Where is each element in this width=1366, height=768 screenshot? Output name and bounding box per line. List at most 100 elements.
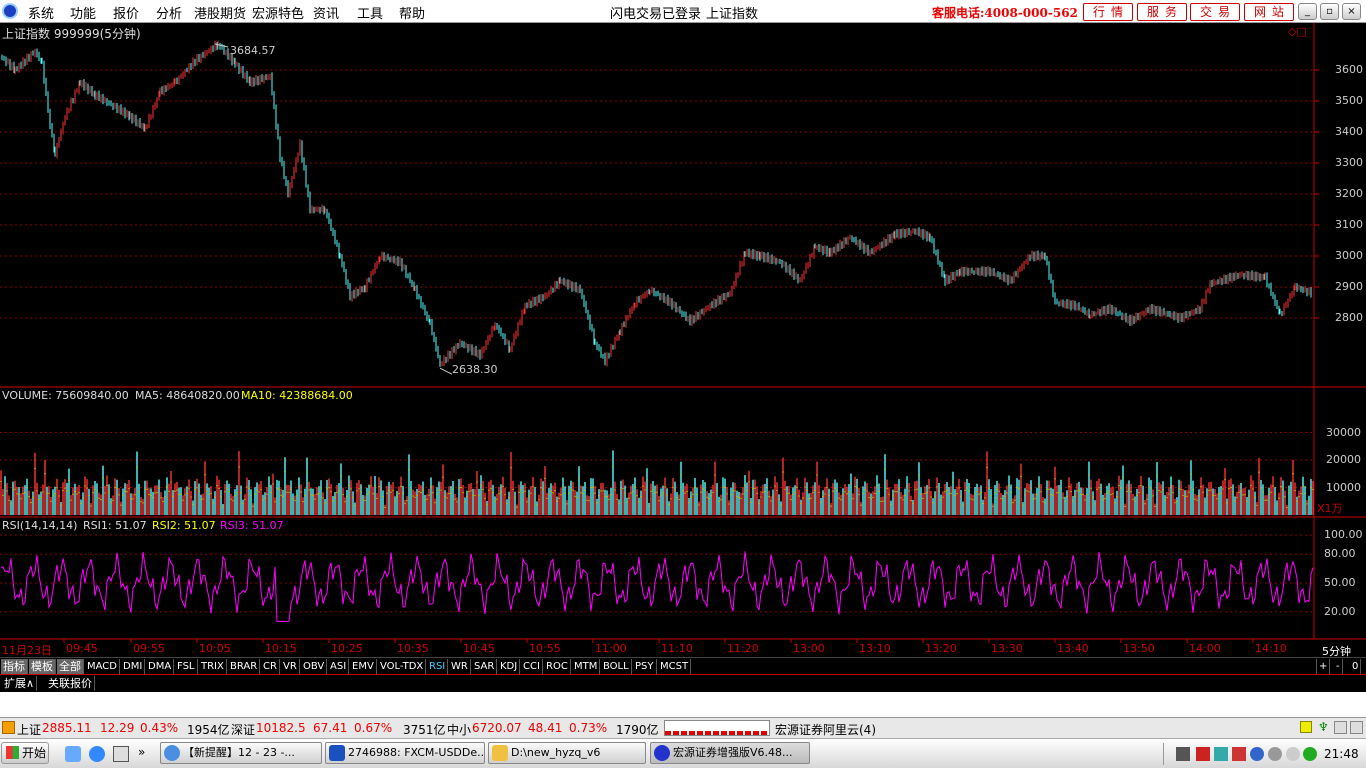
- volume-ma-point: [346, 495, 348, 497]
- tray-icon-network[interactable]: [1214, 747, 1228, 761]
- app-logo-icon[interactable]: [2, 3, 18, 19]
- tray-icon-security[interactable]: [1232, 747, 1246, 761]
- quicklaunch-icon-1[interactable]: [65, 746, 81, 762]
- volume-ma-point: [252, 505, 254, 507]
- volume-ma-point: [242, 502, 244, 505]
- indicator-tab-obv[interactable]: OBV: [301, 659, 328, 674]
- indicator-tab-boll[interactable]: BOLL: [601, 659, 632, 674]
- volume-ma-point: [996, 488, 998, 491]
- task-forum[interactable]: 【新提醒】12 - 23 -...: [160, 742, 322, 764]
- window-icon[interactable]: [1350, 721, 1363, 734]
- indicator-tab-trix[interactable]: TRIX: [199, 659, 227, 674]
- task-folder[interactable]: D:\new_hyzq_v6: [488, 742, 646, 764]
- indicator-tab-wr[interactable]: WR: [449, 659, 471, 674]
- volume-ma-point: [1066, 495, 1068, 498]
- menu-help[interactable]: 帮助: [399, 3, 425, 22]
- volume-ma-point: [0, 480, 2, 483]
- indicator-tab-psy[interactable]: PSY: [633, 659, 657, 674]
- volume-ma-point: [1114, 501, 1116, 504]
- chevron-icon[interactable]: »: [138, 745, 145, 759]
- task-hongyuan[interactable]: 宏源证券增强版V6.48...: [650, 742, 810, 764]
- website-button[interactable]: 网站: [1244, 3, 1294, 21]
- tray-icon-settings[interactable]: [1268, 747, 1282, 761]
- indicator-tab-kdj[interactable]: KDJ: [498, 659, 521, 674]
- related-quote-tab[interactable]: 关联报价: [46, 676, 95, 691]
- indicator-tab-macd[interactable]: MACD: [85, 659, 120, 674]
- start-button[interactable]: 开始: [1, 742, 49, 764]
- volume-ma-point: [800, 502, 802, 505]
- indicator-tab-模板[interactable]: 模板: [29, 659, 56, 674]
- indicator-tab-dma[interactable]: DMA: [146, 659, 175, 674]
- ticker-icon[interactable]: [2, 721, 15, 734]
- indicator-tab-fsl[interactable]: FSL: [175, 659, 198, 674]
- volume-ma-point: [858, 494, 860, 496]
- volume-ma-point: [1238, 491, 1240, 493]
- service-button[interactable]: 服务: [1137, 3, 1187, 21]
- menu-news[interactable]: 资讯: [313, 3, 339, 22]
- volume-ma-point: [134, 494, 136, 496]
- menu-tools[interactable]: 工具: [357, 3, 383, 22]
- indicator-tab-sar[interactable]: SAR: [472, 659, 498, 674]
- indicator-tab-mtm[interactable]: MTM: [572, 659, 601, 674]
- indicator-tab-asi[interactable]: ASI: [328, 659, 350, 674]
- volume-ma-point: [1272, 485, 1274, 487]
- volume-ma-point: [130, 498, 132, 500]
- desktop-icon[interactable]: [113, 746, 129, 762]
- volume-ma-point: [366, 494, 368, 496]
- indicator-tab-dmi[interactable]: DMI: [121, 659, 146, 674]
- volume-ma-point: [42, 491, 44, 493]
- volume-ma-point: [1012, 502, 1014, 504]
- minimize-icon[interactable]: _: [1298, 3, 1317, 20]
- volume-ma-point: [1256, 504, 1258, 506]
- volume-ma-point: [144, 488, 146, 490]
- volume-ma-point: [1176, 500, 1178, 503]
- volume-ma-point: [804, 486, 806, 488]
- chart-area[interactable]: 上证指数 999999(5分钟) ◇□ 3684.57 2638.30 3600…: [0, 23, 1366, 658]
- keyboard-icon[interactable]: [1176, 747, 1190, 761]
- volume-ma-point: [1048, 488, 1050, 490]
- indicator-tab-brar[interactable]: BRAR: [228, 659, 261, 674]
- task-fxcm[interactable]: 2746988: FXCM-USDDe...: [325, 742, 485, 764]
- zoom-reset-button[interactable]: 0: [1350, 659, 1362, 674]
- expand-tab[interactable]: 扩展∧: [2, 676, 38, 691]
- volume-ma-point: [984, 497, 986, 499]
- chart-canvas[interactable]: [0, 23, 1366, 643]
- trade-button[interactable]: 交易: [1190, 3, 1240, 21]
- indicator-tab-vol-tdx[interactable]: VOL-TDX: [378, 659, 427, 674]
- indicator-tab-mcst[interactable]: MCST: [658, 659, 692, 674]
- indicator-tab-全部[interactable]: 全部: [57, 659, 84, 674]
- indicator-tab-emv[interactable]: EMV: [350, 659, 377, 674]
- shield-icon[interactable]: [1250, 747, 1264, 761]
- ie-icon[interactable]: [89, 746, 105, 762]
- close-icon[interactable]: ×: [1342, 3, 1361, 20]
- panel-options-icon[interactable]: ◇□: [1288, 25, 1307, 38]
- indicator-tab-指标[interactable]: 指标: [1, 659, 28, 674]
- menu-function[interactable]: 功能: [70, 3, 96, 22]
- menu-analysis[interactable]: 分析: [156, 3, 182, 22]
- indicator-tab-cr[interactable]: CR: [261, 659, 280, 674]
- signal-icon[interactable]: ♆: [1318, 720, 1329, 734]
- tray-icon-360[interactable]: [1303, 747, 1317, 761]
- volume-ma-point: [1008, 484, 1010, 486]
- menu-system[interactable]: 系统: [28, 3, 54, 22]
- indicator-tab-cci[interactable]: CCI: [521, 659, 543, 674]
- zoom-out-button[interactable]: -: [1334, 659, 1343, 674]
- zoom-in-button[interactable]: +: [1316, 659, 1331, 674]
- tray-icon-flag[interactable]: [1196, 747, 1210, 761]
- volume-ma-point: [232, 500, 234, 502]
- volume-ma-point: [56, 487, 58, 489]
- indicator-tab-roc[interactable]: ROC: [544, 659, 571, 674]
- indicator-tab-vr[interactable]: VR: [281, 659, 300, 674]
- menu-hongyuan[interactable]: 宏源特色: [252, 3, 304, 22]
- volume-ma-point: [628, 497, 630, 499]
- volume-ma-point: [962, 504, 964, 506]
- lock-icon[interactable]: [1300, 721, 1312, 733]
- menu-quote[interactable]: 报价: [113, 3, 139, 22]
- indicator-tab-rsi[interactable]: RSI: [427, 659, 449, 674]
- tray-icon-disk[interactable]: [1286, 747, 1300, 761]
- market-button[interactable]: 行情: [1083, 3, 1133, 21]
- settings-icon[interactable]: [1334, 721, 1347, 734]
- restore-icon[interactable]: ▫: [1320, 3, 1339, 20]
- menu-hk-futures[interactable]: 港股期货: [194, 3, 246, 22]
- volume-ma-point: [1200, 486, 1202, 488]
